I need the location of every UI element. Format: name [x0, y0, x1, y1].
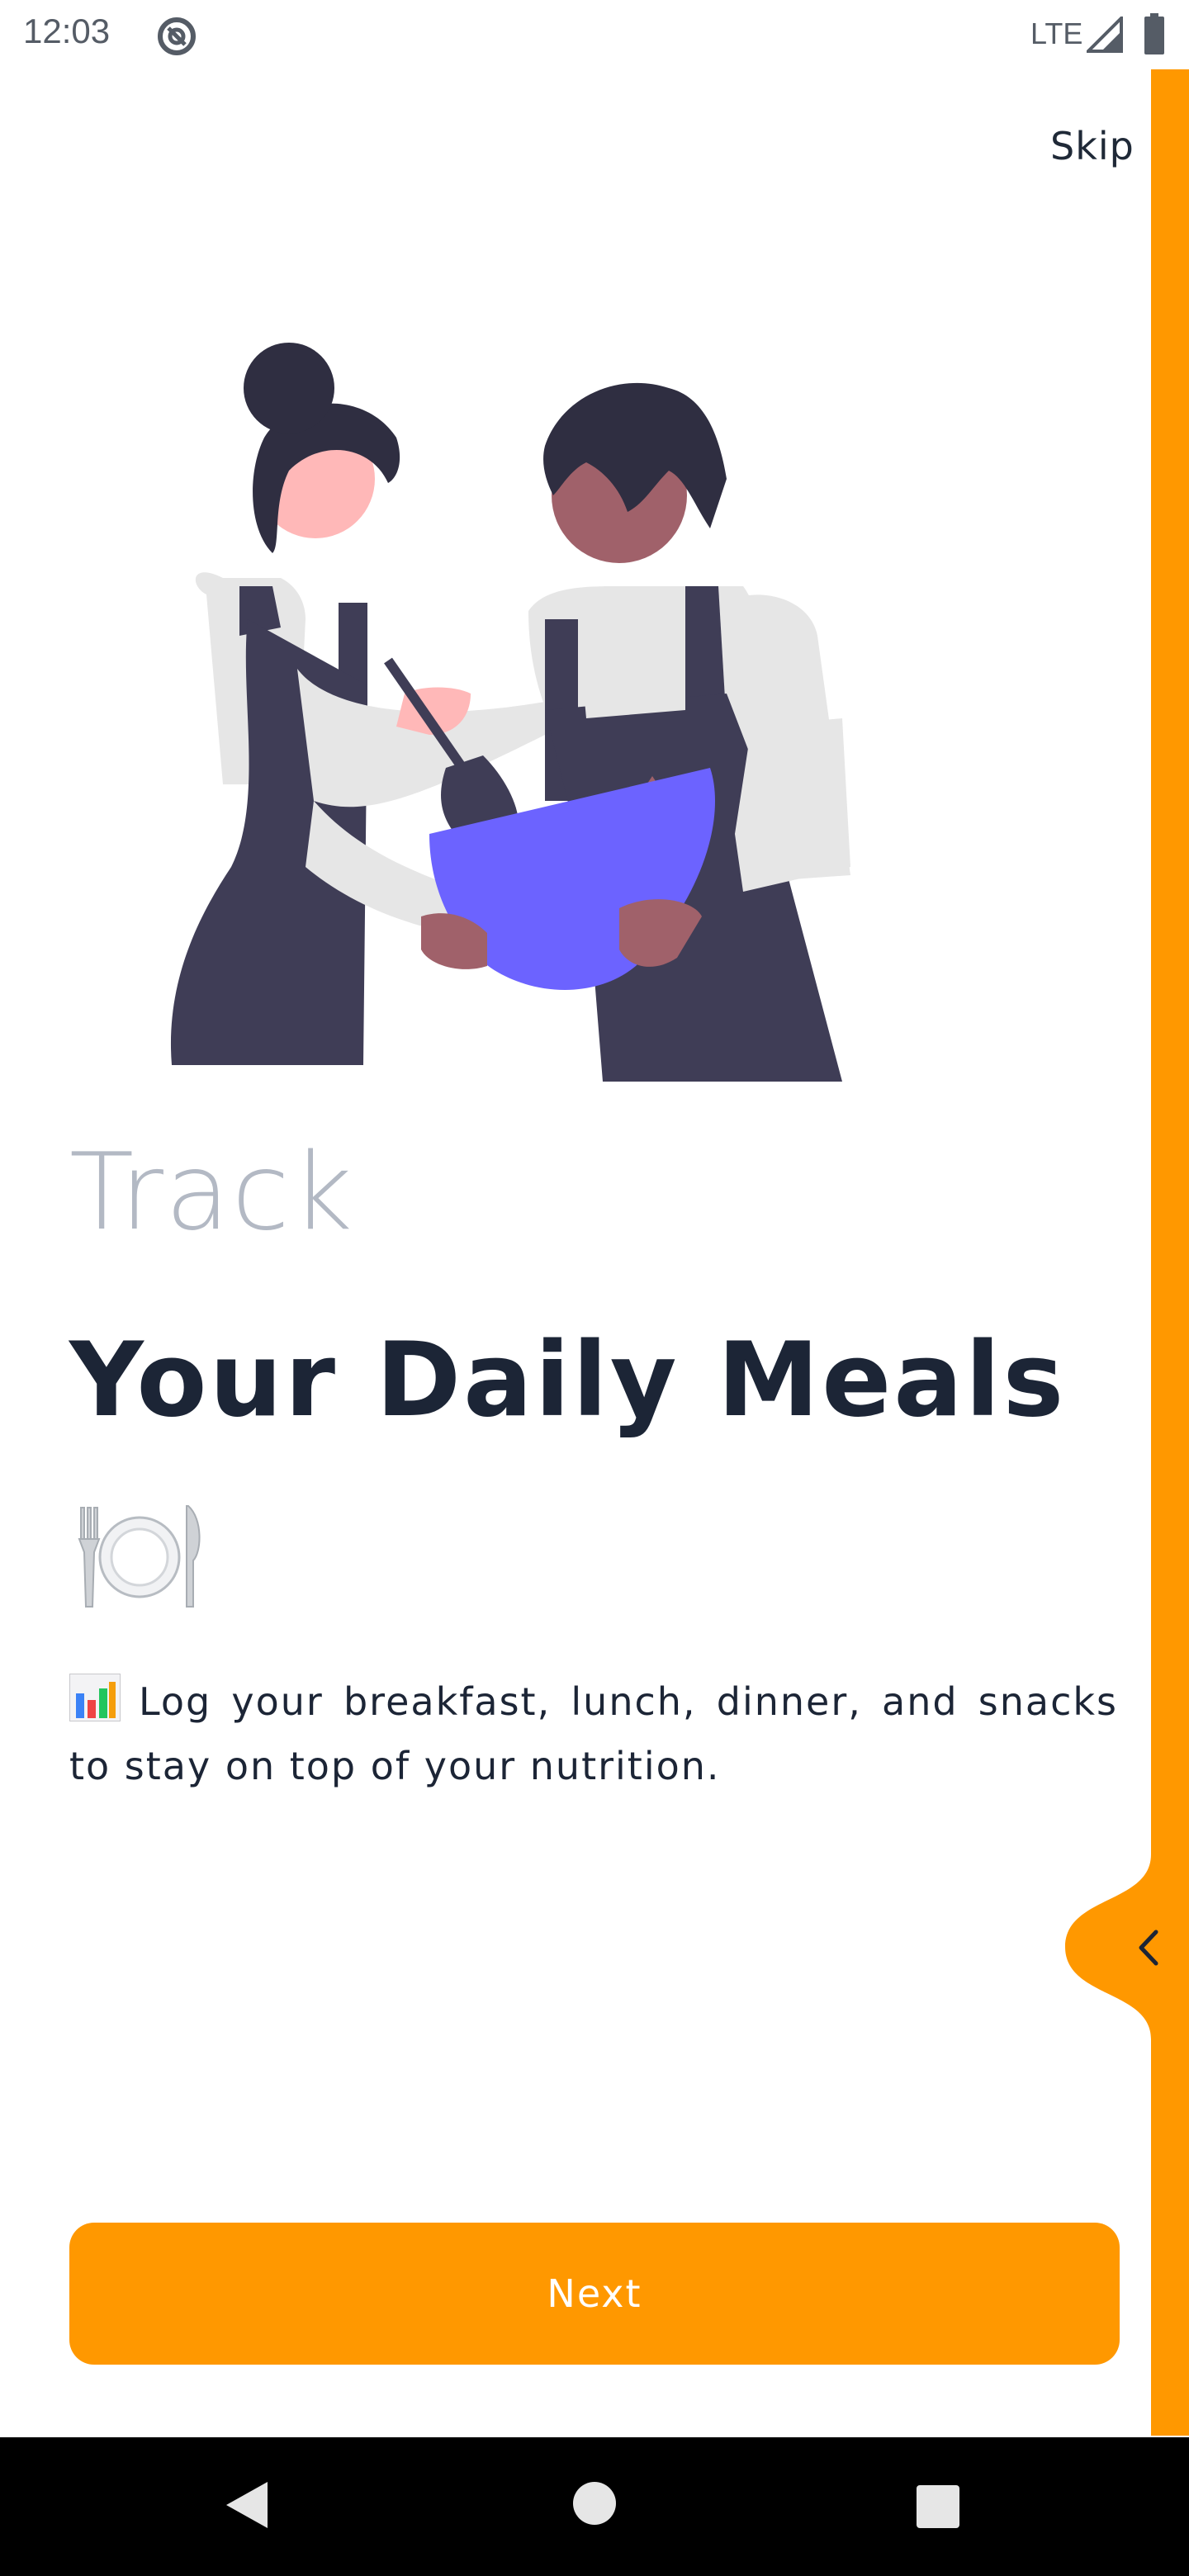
description-text: Log your breakfast, lunch, dinner, and s…: [69, 1679, 1118, 1788]
recents-nav-icon[interactable]: [915, 2484, 961, 2530]
onboarding-subtitle: Track: [69, 1131, 354, 1254]
do-not-disturb-icon: [158, 17, 196, 55]
chevron-left-icon: [1139, 1930, 1158, 1966]
next-button[interactable]: Next: [69, 2223, 1120, 2365]
skip-button[interactable]: Skip: [1050, 124, 1135, 168]
onboarding-title: Your Daily Meals: [69, 1321, 1067, 1440]
home-nav-icon[interactable]: [571, 2480, 618, 2526]
status-time: 12:03: [23, 12, 111, 50]
back-nav-icon[interactable]: [223, 2479, 272, 2531]
cooking-illustration: [170, 343, 850, 1082]
battery-icon: [1144, 13, 1164, 54]
system-nav-bar: [0, 2437, 1189, 2576]
network-label: LTE: [1030, 17, 1083, 50]
bar-chart-icon: [69, 1674, 121, 1721]
fork-knife-plate-icon: [78, 1505, 201, 1608]
previous-page-tab[interactable]: [1065, 1891, 1189, 2006]
onboarding-description: Log your breakfast, lunch, dinner, and s…: [69, 1669, 1118, 1798]
signal-icon: [1087, 17, 1123, 53]
status-bar: 12:03 LTE: [0, 0, 1189, 69]
